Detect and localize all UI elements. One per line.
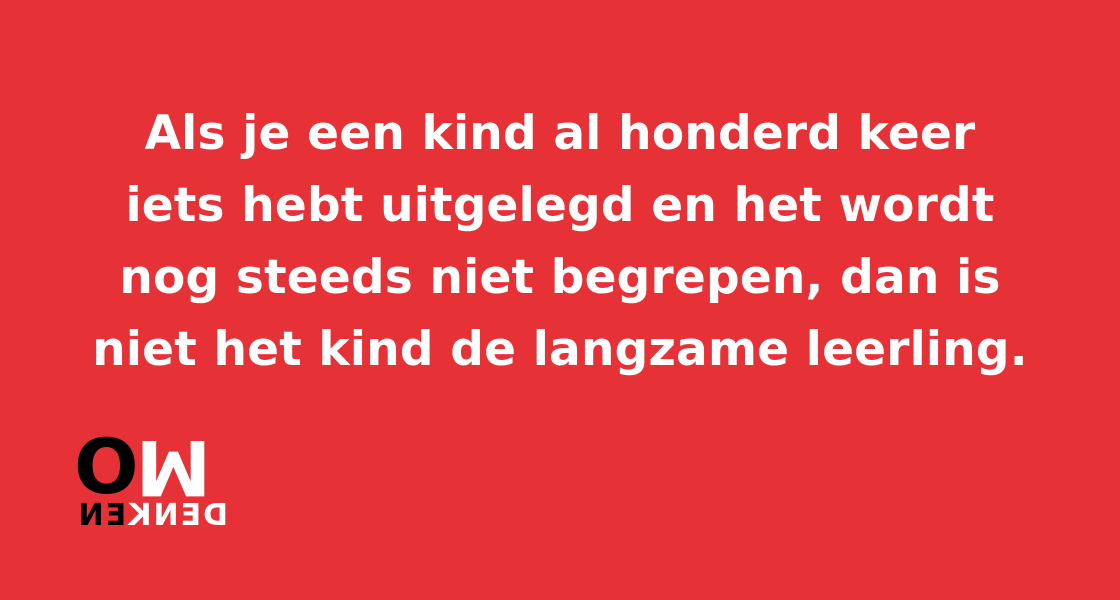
omdenken-logo: OM DENKEN	[74, 423, 234, 533]
logo-denken-mirrored: DENKEN	[74, 498, 228, 533]
logo-denk-part: DENK	[126, 498, 228, 533]
quote-line-4: niet het kind de langzame leerling.	[92, 322, 1028, 377]
quote-line-3: nog steeds niet begrepen, dan is	[119, 250, 1001, 305]
logo-om-wordmark: OM	[74, 423, 234, 512]
logo-en-part: EN	[76, 498, 127, 533]
logo-letter-m-flipped: M	[135, 423, 209, 512]
quote-text: Als je een kind al honderd keer iets heb…	[40, 98, 1080, 386]
quote-line-2: iets hebt uitgelegd en het wordt	[125, 178, 995, 233]
quote-card: Als je een kind al honderd keer iets heb…	[0, 0, 1120, 600]
quote-line-1: Als je een kind al honderd keer	[144, 106, 976, 161]
